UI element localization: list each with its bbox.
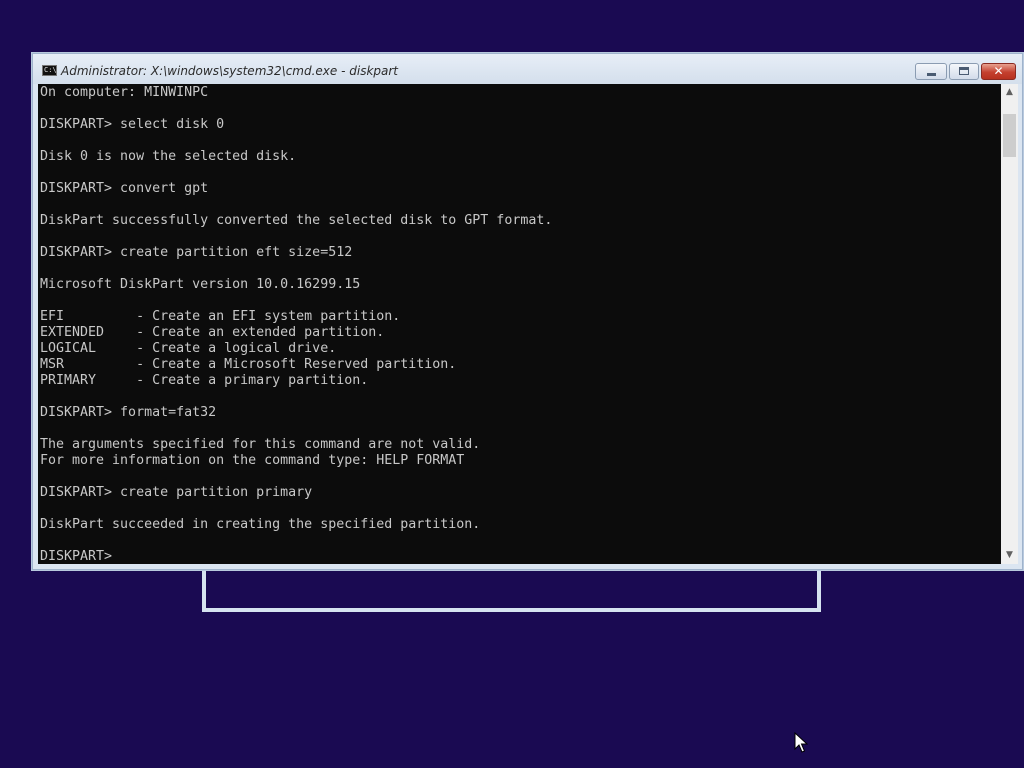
mouse-pointer-icon — [794, 732, 808, 753]
chevron-down-icon: ▼ — [1006, 550, 1013, 560]
minimize-button[interactable] — [915, 63, 947, 80]
console-line: EFI - Create an EFI system partition. — [40, 309, 401, 324]
console-line: DISKPART> format=fat32 — [40, 405, 217, 420]
chevron-up-icon: ▲ — [1006, 87, 1013, 97]
scroll-down-button[interactable]: ▼ — [1001, 547, 1018, 564]
console-line: MSR - Create a Microsoft Reserved partit… — [40, 357, 457, 372]
console-line: Microsoft DiskPart version 10.0.16299.15 — [40, 277, 361, 292]
close-button[interactable]: ✕ — [981, 63, 1016, 80]
console-line: PRIMARY - Create a primary partition. — [40, 373, 369, 388]
console-line: The arguments specified for this command… — [40, 437, 481, 452]
scroll-thumb[interactable] — [1003, 114, 1016, 157]
console-line: EXTENDED - Create an extended partition. — [40, 325, 385, 340]
console-window[interactable]: C:\ Administrator: X:\windows\system32\c… — [32, 53, 1023, 570]
console-output-area[interactable]: On computer: MINWINPC DISKPART> select di… — [38, 84, 1001, 564]
console-line: DiskPart successfully converted the sele… — [40, 213, 553, 228]
minimize-icon — [927, 73, 936, 76]
vertical-scrollbar[interactable]: ▲ ▼ — [1001, 84, 1018, 564]
close-icon: ✕ — [993, 64, 1004, 78]
console-line: DiskPart succeeded in creating the speci… — [40, 517, 481, 532]
console-line: DISKPART> — [40, 549, 121, 564]
console-line: DISKPART> convert gpt — [40, 181, 209, 196]
desktop: C:\ Administrator: X:\windows\system32\c… — [0, 0, 1024, 768]
cmd-icon: C:\ — [42, 65, 57, 76]
console-line: DISKPART> create partition primary — [40, 485, 313, 500]
console-output: On computer: MINWINPC DISKPART> select di… — [38, 84, 1001, 564]
restore-icon — [959, 67, 969, 75]
console-line: On computer: MINWINPC — [40, 85, 209, 100]
console-line: LOGICAL - Create a logical drive. — [40, 341, 337, 356]
console-line: DISKPART> create partition eft size=512 — [40, 245, 353, 260]
console-line: For more information on the command type… — [40, 453, 465, 468]
console-line: Disk 0 is now the selected disk. — [40, 149, 297, 164]
title-bar[interactable]: C:\ Administrator: X:\windows\system32\c… — [33, 54, 1022, 84]
window-title: Administrator: X:\windows\system32\cmd.e… — [61, 64, 399, 78]
scroll-up-button[interactable]: ▲ — [1001, 84, 1018, 101]
console-line: DISKPART> select disk 0 — [40, 117, 225, 132]
restore-button[interactable] — [949, 63, 979, 80]
